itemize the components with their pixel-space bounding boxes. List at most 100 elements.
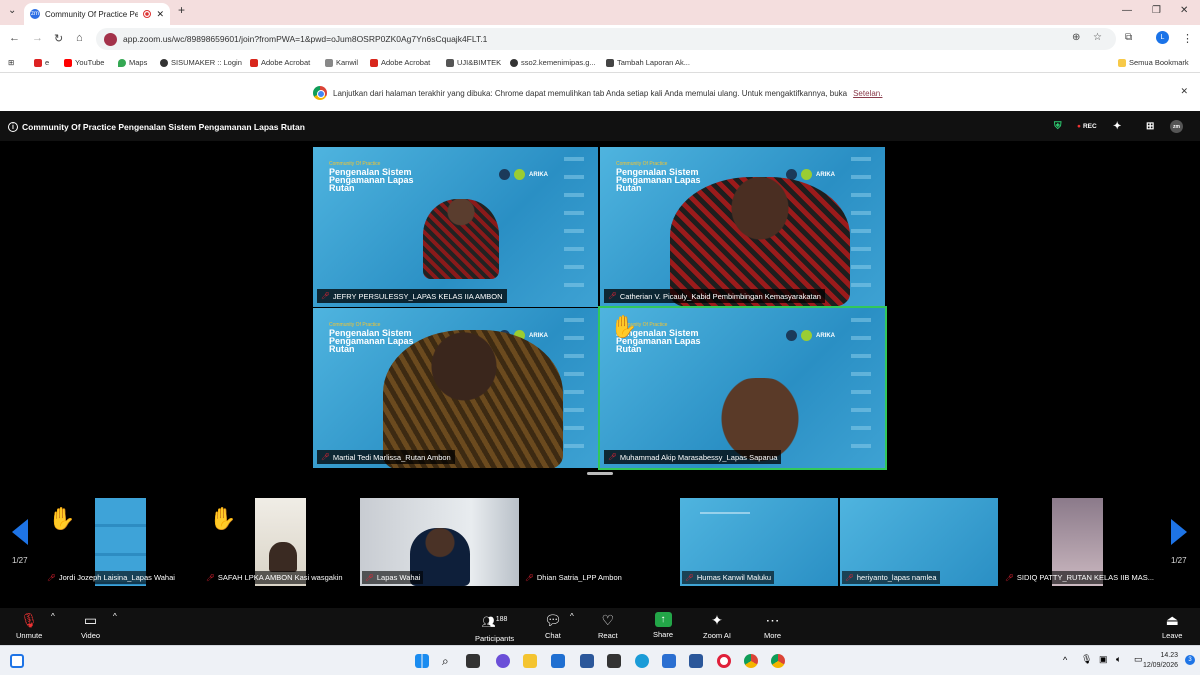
video-tile-3[interactable]: Community Of Practice Pengenalan Sistem … — [313, 308, 598, 468]
new-tab-icon[interactable]: + — [178, 3, 185, 17]
participant-name-label: 🎤︎ Catherian V. Picauly_Kabid Pembimbinga… — [604, 289, 825, 303]
bookmark-adobe-acrobat-2[interactable]: Adobe Acrobat — [370, 58, 430, 67]
muted-mic-icon: 🎤︎ — [206, 574, 215, 582]
bookmark-star-icon[interactable]: ☆ — [1093, 32, 1102, 43]
participant-strip: ✋ 🎤︎ Jordi Jozeph Laisina_Lapas Wahai ✋ 🎤… — [0, 496, 1200, 588]
bookmark-adobe-acrobat-1[interactable]: Adobe Acrobat — [250, 58, 310, 67]
reload-icon[interactable]: ↻ — [54, 32, 63, 45]
extensions-icon[interactable]: ⧉ — [1125, 32, 1132, 43]
globe-icon — [510, 58, 518, 67]
participants-button[interactable]: 👥︎188 Participants — [475, 612, 514, 643]
window-close-icon[interactable]: ✕ — [1180, 5, 1188, 16]
tray-mic-icon[interactable]: 🎙︎ — [1081, 654, 1092, 665]
bookmark-sso2[interactable]: sso2.kemenimipas.g... — [510, 58, 596, 67]
video-options-chevron-icon[interactable]: ^ — [113, 612, 117, 621]
zoom-account-icon[interactable]: zm — [1170, 120, 1183, 133]
participant-name-label: 🎤︎ Humas Kanwil Maluku — [682, 571, 775, 584]
edge-icon[interactable] — [635, 654, 649, 668]
ai-companion-icon[interactable]: ✦ — [1113, 121, 1121, 132]
widgets-icon[interactable] — [10, 654, 24, 668]
mail-icon[interactable] — [551, 654, 565, 668]
muted-mic-icon: 🎙︎ — [20, 612, 39, 628]
muted-mic-icon: 🎤︎ — [608, 454, 617, 461]
video-tile-1[interactable]: Community Of Practice Pengenalan Sistem … — [313, 147, 598, 307]
chat-app-icon[interactable] — [496, 654, 510, 668]
start-icon[interactable] — [415, 654, 429, 668]
word-alt-icon[interactable] — [662, 654, 676, 668]
video-tile-2[interactable]: Community Of Practice Pengenalan Sistem … — [600, 147, 885, 307]
strip-tile-5[interactable]: 🎤︎ Humas Kanwil Maluku — [680, 498, 838, 586]
bookmark-sisumaker[interactable]: SISUMAKER :: Login — [160, 58, 242, 67]
site-info-icon[interactable] — [104, 32, 117, 46]
resize-handle[interactable] — [587, 472, 613, 475]
react-button[interactable]: ♡ React — [598, 612, 618, 640]
bookmark-tambah-laporan[interactable]: Tambah Laporan Ak... — [606, 58, 690, 67]
encryption-shield-icon[interactable]: ⛨ — [1054, 121, 1062, 132]
chat-options-chevron-icon[interactable]: ^ — [570, 612, 574, 621]
strip-tile-6[interactable]: … 🎤︎heriyanto_lapas namlea — [840, 498, 998, 586]
slide-logos: ARIKA — [786, 169, 835, 180]
chrome-profile-icon[interactable] — [771, 654, 785, 668]
tray-chevron-icon[interactable]: ^ — [1063, 655, 1067, 665]
minimize-icon[interactable]: — — [1122, 5, 1132, 16]
chrome-logo-icon — [313, 86, 327, 100]
raised-hand-icon: ✋ — [209, 506, 237, 531]
view-grid-icon[interactable]: ⊞ — [1146, 121, 1154, 132]
strip-tile-2[interactable]: ✋ 🎤︎ SAFAH LPKA AMBON Kasi wasgakin — [203, 498, 358, 586]
tray-volume-icon[interactable]: 🔈︎ — [1116, 654, 1121, 665]
chat-button[interactable]: 💬︎ Chat — [544, 612, 562, 640]
profile-avatar[interactable]: L — [1156, 31, 1169, 44]
bookmark-uji-bimtek[interactable]: UJI&BIMTEK — [446, 58, 501, 67]
settings-link[interactable]: Setelan. — [853, 89, 882, 98]
all-bookmarks[interactable]: Semua Bookmark — [1118, 58, 1189, 67]
bookmark-maps[interactable]: Maps — [118, 58, 147, 67]
browser-tab-bar: ⌄ zm Community Of Practice Pen ✕ + — ❐ ✕ — [0, 0, 1200, 25]
search-icon[interactable]: ⌕ — [442, 654, 456, 668]
file-explorer-icon[interactable] — [523, 654, 537, 668]
bookmark-youtube[interactable]: YouTube — [64, 58, 104, 67]
leave-button[interactable]: ⏏︎ Leave — [1162, 612, 1182, 640]
zoom-ai-button[interactable]: ✦ Zoom AI — [703, 612, 731, 640]
strip-tile-7[interactable]: 🎤︎ SIDIQ PATTY_RUTAN KELAS IIB MAS... — [1000, 498, 1160, 586]
terminal-icon[interactable] — [607, 654, 621, 668]
back-icon[interactable]: ← — [9, 32, 20, 44]
more-button[interactable]: ⋯ More — [764, 612, 781, 640]
maximize-icon[interactable]: ❐ — [1152, 5, 1161, 16]
chrome-menu-icon[interactable]: ⋮ — [1182, 32, 1193, 45]
participant-video — [383, 330, 563, 468]
forward-icon[interactable]: → — [32, 32, 43, 44]
chrome-icon[interactable] — [744, 654, 758, 668]
strip-tile-4[interactable]: 🎤︎ Dhian Satria_LPP Ambon — [520, 498, 678, 586]
participant-name-label: 🎤︎ Dhian Satria_LPP Ambon — [522, 571, 625, 584]
ornament-decoration — [851, 318, 871, 458]
share-button[interactable]: ↑ Share — [653, 612, 673, 639]
home-icon[interactable]: ⌂ — [76, 32, 83, 44]
strip-tile-3[interactable]: 🎤︎ Lapas Wahai — [360, 498, 519, 586]
video-tile-4[interactable]: Community Of Practice Pengenalan Sistem … — [598, 306, 887, 470]
participant-video — [423, 199, 499, 279]
tray-battery-icon[interactable]: ▭ — [1134, 654, 1143, 665]
clock[interactable]: 14.23 12/09/2026 — [1143, 651, 1178, 671]
word-icon[interactable] — [689, 654, 703, 668]
zoom-lens-icon[interactable]: ⊕ — [1072, 32, 1080, 43]
video-button[interactable]: ▭ Video — [81, 612, 100, 640]
ornament-decoration — [564, 318, 584, 458]
meeting-info-icon[interactable]: i — [8, 122, 18, 132]
url-field[interactable]: app.zoom.us/wc/89898659601/join?fromPWA=… — [96, 28, 1116, 50]
unmute-button[interactable]: 🎙︎ Unmute — [16, 612, 42, 640]
apps-grid-icon[interactable]: ⊞ — [8, 58, 14, 67]
infobar-close-icon[interactable]: ✕ — [1180, 86, 1188, 97]
close-tab-icon[interactable]: ✕ — [156, 9, 164, 20]
audio-options-chevron-icon[interactable]: ^ — [51, 612, 55, 621]
calculator-icon[interactable] — [580, 654, 594, 668]
bookmark-kanwil[interactable]: Kanwil — [325, 58, 358, 67]
strip-tile-1[interactable]: ✋ 🎤︎ Jordi Jozeph Laisina_Lapas Wahai — [42, 498, 202, 586]
tab-search-icon[interactable]: ⌄ — [8, 5, 16, 16]
opera-icon[interactable] — [717, 654, 731, 668]
browser-tab[interactable]: zm Community Of Practice Pen ✕ — [24, 3, 170, 25]
bookmark-e[interactable]: e — [34, 58, 49, 67]
recording-badge[interactable]: ● REC — [1077, 123, 1097, 130]
task-view-icon[interactable] — [466, 654, 480, 668]
notification-badge[interactable]: 3 — [1185, 655, 1195, 665]
tray-display-icon[interactable]: ▣ — [1099, 654, 1108, 665]
